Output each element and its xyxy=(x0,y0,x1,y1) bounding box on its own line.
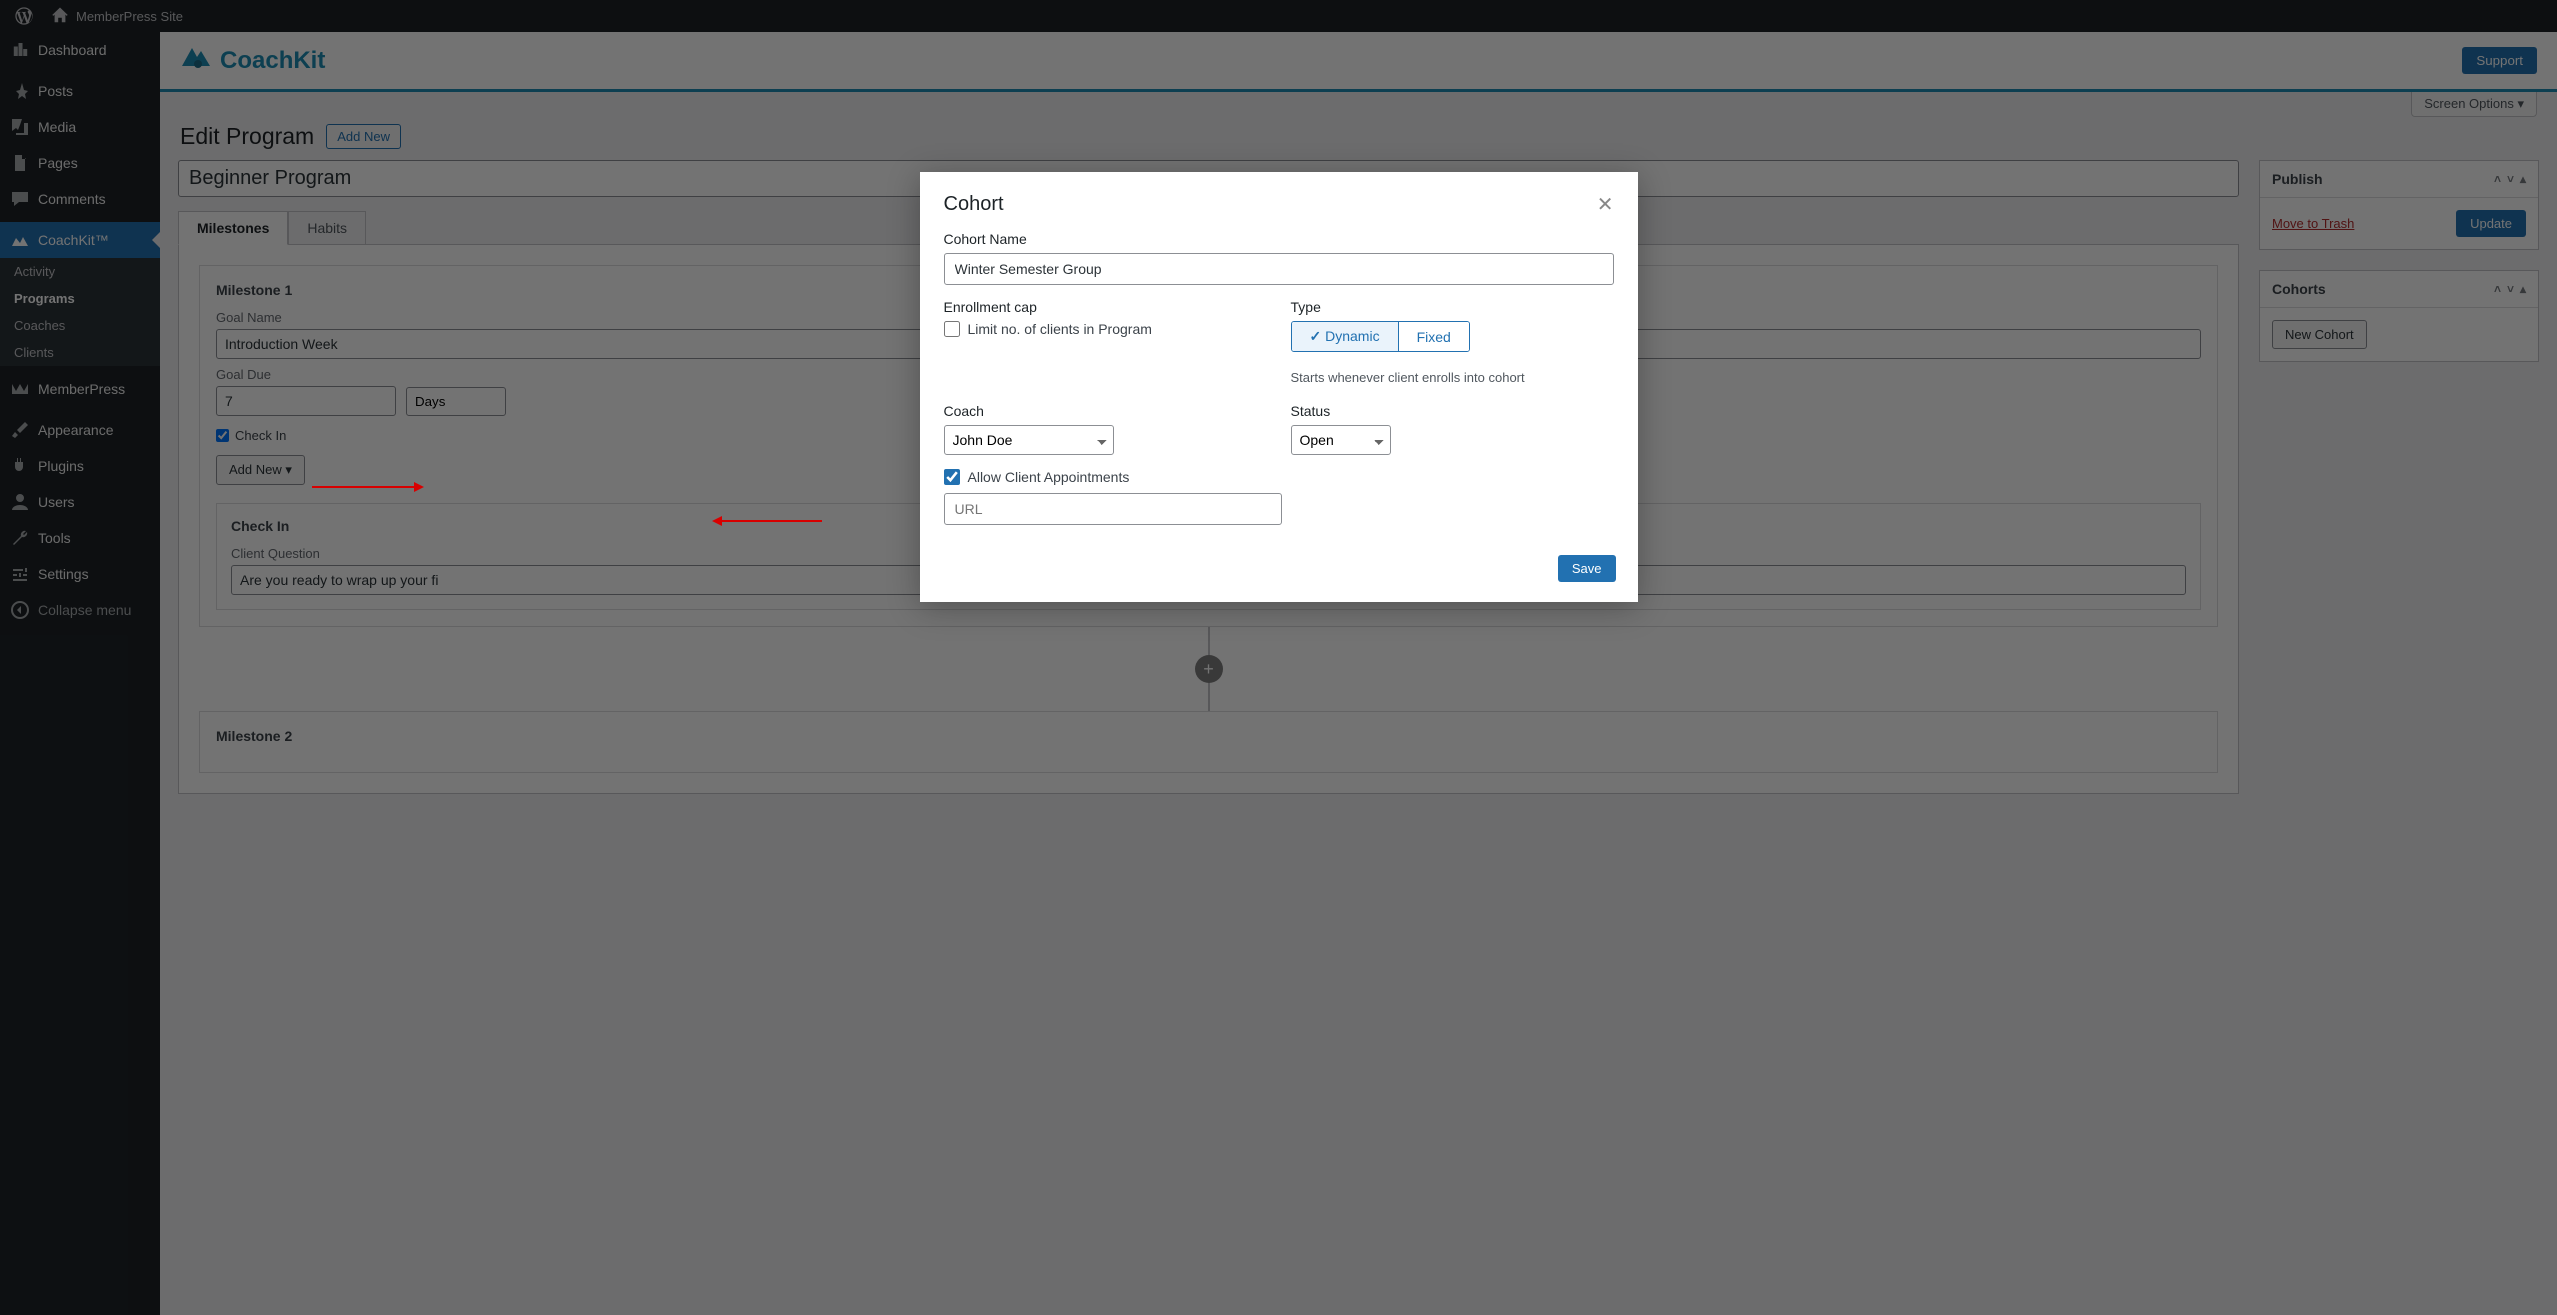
annotation-arrow xyxy=(712,516,822,526)
modal-title: Cohort xyxy=(944,193,1004,216)
annotation-arrow xyxy=(312,482,424,492)
cohort-modal: Cohort ✕ Cohort Name Enrollment cap Limi… xyxy=(920,172,1638,602)
type-note: Starts whenever client enrolls into coho… xyxy=(1291,370,1614,385)
status-select[interactable]: Open xyxy=(1291,425,1391,455)
appointment-url-input[interactable] xyxy=(944,493,1282,525)
modal-overlay: Cohort ✕ Cohort Name Enrollment cap Limi… xyxy=(0,0,2557,1315)
save-button[interactable]: Save xyxy=(1558,555,1616,582)
cohort-name-input[interactable] xyxy=(944,253,1614,285)
allow-appointments-row[interactable]: Allow Client Appointments xyxy=(944,469,1614,485)
allow-appointments-checkbox[interactable] xyxy=(944,469,960,485)
type-fixed-button[interactable]: Fixed xyxy=(1398,322,1469,351)
type-segmented: Dynamic Fixed xyxy=(1291,321,1470,352)
coach-select[interactable]: John Doe xyxy=(944,425,1114,455)
limit-clients-row[interactable]: Limit no. of clients in Program xyxy=(944,321,1267,337)
limit-clients-checkbox[interactable] xyxy=(944,321,960,337)
close-icon[interactable]: ✕ xyxy=(1597,192,1614,217)
type-dynamic-button[interactable]: Dynamic xyxy=(1292,322,1398,351)
